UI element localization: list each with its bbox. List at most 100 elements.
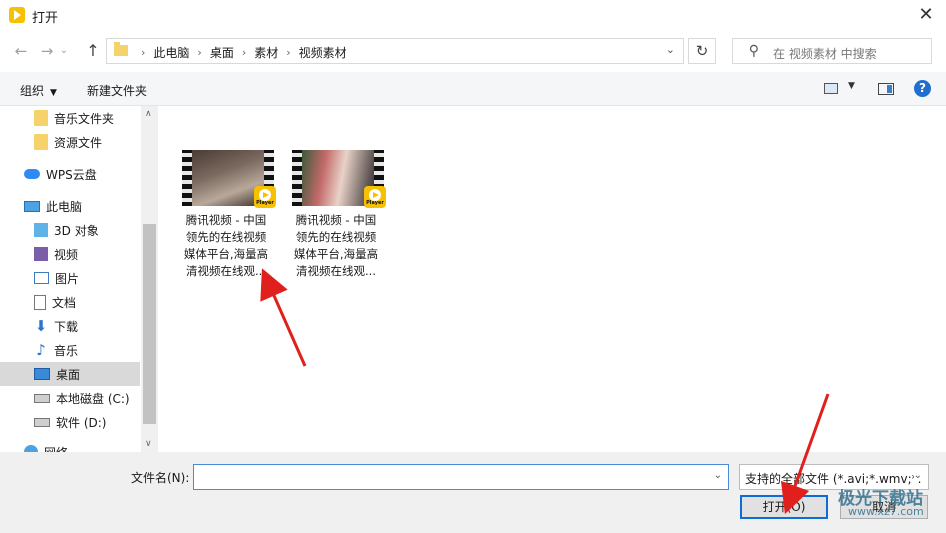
new-folder-button[interactable]: 新建文件夹 — [87, 82, 147, 99]
file-name: 腾讯视频 - 中国 领先的在线视频 媒体平台,海量高 清视频在线观... — [174, 212, 278, 280]
drive-icon — [34, 417, 50, 427]
download-icon: ⬇ — [34, 317, 48, 335]
sidebar-item-wps-cloud[interactable]: WPS云盘 — [0, 162, 140, 186]
breadcrumb-separator-icon[interactable]: › — [197, 46, 201, 59]
chevron-down-icon[interactable]: ⌄ — [913, 470, 922, 481]
videos-icon — [34, 247, 48, 261]
file-name-line: 腾讯视频 - 中国 — [185, 213, 267, 227]
open-button[interactable]: 打开(O) — [740, 495, 828, 519]
file-name-line: 媒体平台,海量高 — [293, 247, 379, 261]
chevron-down-icon[interactable]: ⌄ — [714, 470, 722, 481]
breadcrumb-item[interactable]: 素材 — [254, 44, 278, 61]
chevron-down-icon[interactable]: ⌄ — [666, 43, 675, 56]
address-bar[interactable]: › 此电脑 › 桌面 › 素材 › 视频素材 ⌄ — [106, 38, 684, 64]
forward-arrow-icon[interactable]: → — [36, 40, 58, 62]
sidebar-scrollbar[interactable]: ∧ ∨ — [141, 106, 158, 452]
organize-label: 组织 — [20, 84, 45, 98]
sidebar-item-label: 3D 对象 — [54, 223, 99, 238]
recent-locations-chevron-icon[interactable]: ⌄ — [58, 40, 70, 62]
file-name-line: 清视频在线观... — [186, 264, 266, 278]
sidebar-item-label: 文档 — [52, 295, 77, 310]
sidebar-item-3d-objects[interactable]: 3D 对象 — [0, 218, 140, 242]
sidebar-item-label: 此电脑 — [46, 199, 83, 214]
file-name-line: 领先的在线视频 — [185, 230, 267, 244]
help-icon[interactable]: ? — [914, 80, 931, 97]
cloud-icon — [24, 169, 40, 179]
preview-pane-icon[interactable] — [878, 83, 894, 95]
drive-icon — [34, 393, 50, 403]
search-placeholder: 在 视频素材 中搜索 — [773, 47, 877, 61]
breadcrumb: › 此电脑 › 桌面 › 素材 › 视频素材 — [133, 44, 347, 61]
sidebar-item-music[interactable]: ♪ 音乐 — [0, 338, 140, 362]
sidebar-item-label: 视频 — [54, 247, 79, 262]
search-icon: ⚲ — [748, 43, 759, 59]
navigation-bar: ← → ⌄ ↑ › 此电脑 › 桌面 › 素材 › 视频素材 ⌄ ↻ ⚲ 在 视… — [0, 30, 946, 72]
video-thumbnail: Player — [182, 150, 276, 208]
player-badge-icon: Player — [254, 186, 276, 208]
filename-label: 文件名(N): — [131, 471, 190, 485]
window-title: 打开 — [32, 11, 59, 26]
sidebar-item-label: 音乐 — [54, 343, 79, 358]
computer-icon — [24, 200, 40, 212]
file-item[interactable]: Player 腾讯视频 - 中国 领先的在线视频 媒体平台,海量高 清视频在线观… — [284, 140, 388, 280]
caret-down-icon: ▼ — [50, 88, 57, 98]
close-button[interactable]: ✕ — [914, 3, 938, 27]
sidebar-item-label: 音乐文件夹 — [54, 111, 115, 126]
breadcrumb-item[interactable]: 此电脑 — [153, 44, 189, 61]
sidebar-item-documents[interactable]: 文档 — [0, 290, 140, 314]
organize-menu-button[interactable]: 组织 ▼ — [20, 82, 57, 99]
sidebar-item-this-pc[interactable]: 此电脑 — [0, 194, 140, 218]
sidebar-item-downloads[interactable]: ⬇ 下载 — [0, 314, 140, 338]
change-view-icon[interactable] — [824, 83, 838, 94]
folder-icon — [34, 110, 48, 126]
video-thumbnail: Player — [292, 150, 386, 208]
sidebar-item-music-folder[interactable]: 音乐文件夹 — [0, 106, 140, 130]
refresh-button[interactable]: ↻ — [688, 38, 716, 64]
desktop-icon — [34, 368, 50, 380]
back-arrow-icon[interactable]: ← — [10, 40, 32, 62]
breadcrumb-item[interactable]: 视频素材 — [299, 44, 347, 61]
app-icon — [9, 7, 25, 23]
music-icon: ♪ — [36, 341, 46, 359]
file-item[interactable]: Player 腾讯视频 - 中国 领先的在线视频 媒体平台,海量高 清视频在线观… — [174, 140, 278, 280]
title-bar: 打开 ✕ — [0, 0, 946, 30]
search-input[interactable]: ⚲ 在 视频素材 中搜索 — [732, 38, 932, 64]
breadcrumb-separator-icon[interactable]: › — [141, 46, 145, 59]
scroll-up-icon[interactable]: ∧ — [145, 109, 152, 119]
file-name-line: 腾讯视频 - 中国 — [295, 213, 377, 227]
up-arrow-icon[interactable]: ↑ — [82, 40, 104, 62]
sidebar-item-desktop[interactable]: 桌面 — [0, 362, 140, 386]
view-options-caret-icon[interactable]: ▼ — [848, 81, 855, 91]
sidebar-item-network[interactable]: 网络 — [0, 440, 140, 452]
3d-objects-icon — [34, 223, 48, 237]
sidebar-item-drive-c[interactable]: 本地磁盘 (C:) — [0, 386, 140, 410]
sidebar-item-resources[interactable]: 资源文件 — [0, 130, 140, 154]
dialog-footer: 文件名(N): ⌄ 支持的全部文件 (*.avi;*.wmv;*. ⌄ 打开(O… — [0, 452, 946, 533]
film-strip-icon — [292, 150, 302, 206]
sidebar-item-label: 软件 (D:) — [56, 415, 107, 430]
scrollbar-thumb[interactable] — [143, 224, 156, 424]
navigation-pane: 音乐文件夹 资源文件 WPS云盘 此电脑 3D 对象 视频 图片 文档 ⬇ 下载… — [0, 106, 158, 452]
film-strip-icon — [182, 150, 192, 206]
breadcrumb-separator-icon[interactable]: › — [286, 46, 290, 59]
folder-icon — [114, 42, 128, 56]
sidebar-item-label: 资源文件 — [54, 135, 103, 150]
watermark-url: www.xz7.com — [848, 505, 924, 518]
pictures-icon — [34, 272, 49, 284]
file-list: Player 腾讯视频 - 中国 领先的在线视频 媒体平台,海量高 清视频在线观… — [158, 106, 946, 452]
network-icon — [24, 445, 38, 452]
sidebar-item-label: 网络 — [44, 444, 68, 453]
file-name-line: 媒体平台,海量高 — [183, 247, 269, 261]
scroll-down-icon[interactable]: ∨ — [145, 439, 152, 449]
folder-icon — [34, 134, 48, 150]
sidebar-item-label: 图片 — [55, 271, 80, 286]
filename-input[interactable]: ⌄ — [193, 464, 729, 490]
sidebar-item-drive-d[interactable]: 软件 (D:) — [0, 410, 140, 434]
sidebar-item-pictures[interactable]: 图片 — [0, 266, 140, 290]
sidebar-item-label: WPS云盘 — [46, 167, 97, 182]
file-name-line: 清视频在线观... — [296, 264, 376, 278]
breadcrumb-item[interactable]: 桌面 — [210, 44, 234, 61]
sidebar-item-videos[interactable]: 视频 — [0, 242, 140, 266]
sidebar-item-label: 本地磁盘 (C:) — [56, 391, 130, 406]
breadcrumb-separator-icon[interactable]: › — [242, 46, 246, 59]
